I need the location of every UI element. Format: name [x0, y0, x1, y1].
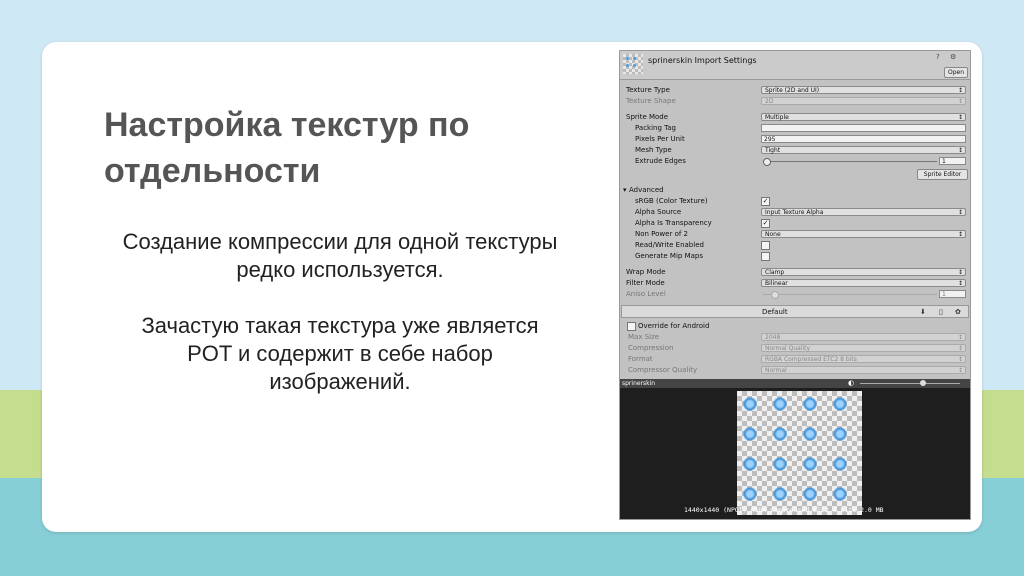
sprite-editor-button[interactable]: Sprite Editor: [917, 169, 968, 180]
dropdown-arrow-icon: ↕: [957, 269, 963, 276]
preview-info: 1440x1440 (NPOT) RGBA Compressed ETC2 8 …: [684, 506, 884, 514]
row-max-size: Max Size 2048 ↕: [620, 332, 970, 343]
platform-tabs: Default ⬇ ▯ ✿: [621, 305, 969, 318]
mip-maps-checkbox[interactable]: [761, 252, 770, 261]
row-mip-maps: Generate Mip Maps: [620, 251, 970, 262]
row-format: Format RGBA Compressed ETC2 8 bits ↕: [620, 354, 970, 365]
row-compression: Compression Normal Quality ↕: [620, 343, 970, 354]
srgb-checkbox[interactable]: ✓: [761, 197, 770, 206]
row-sprite-mode: Sprite Mode Multiple ↕: [620, 112, 970, 123]
filter-mode-dropdown[interactable]: Bilinear ↕: [761, 279, 966, 287]
compressor-quality-dropdown: Normal ↕: [761, 366, 966, 374]
dropdown-arrow-icon: ↕: [957, 209, 963, 216]
row-wrap-mode: Wrap Mode Clamp ↕: [620, 267, 970, 278]
row-srgb: sRGB (Color Texture) ✓: [635, 197, 770, 206]
row-read-write: Read/Write Enabled: [620, 240, 970, 251]
dropdown-arrow-icon: ↕: [957, 114, 963, 121]
preview-toolbar: sprinerskin ◐: [620, 379, 970, 388]
inspector-header: sprinerskin Import Settings ? ⚙ Open: [620, 51, 970, 80]
non-power-of-2-dropdown[interactable]: None ↕: [761, 230, 966, 238]
inspector-title: sprinerskin Import Settings: [648, 56, 757, 65]
row-packing-tag: Packing Tag: [620, 123, 970, 134]
dropdown-arrow-icon: ↕: [957, 367, 963, 374]
texture-shape-dropdown: 2D ↕: [761, 97, 966, 105]
row-filter-mode: Filter Mode Bilinear ↕: [620, 278, 970, 289]
slide-body: Создание компрессии для одной текстуры р…: [120, 228, 560, 396]
body-paragraph-1: Создание компрессии для одной текстуры р…: [122, 229, 558, 282]
row-alpha-transparency: Alpha Is Transparency ✓: [635, 219, 770, 228]
mesh-type-dropdown[interactable]: Tight ↕: [761, 146, 966, 154]
row-extrude-edges: Extrude Edges 1: [620, 156, 970, 167]
alpha-toggle-icon[interactable]: ◐: [848, 379, 854, 387]
slider-handle[interactable]: [920, 380, 926, 386]
row-texture-type: Texture Type Sprite (2D and UI) ↕: [620, 85, 970, 96]
row-alpha-source: Alpha Source Input Texture Alpha ↕: [620, 207, 970, 218]
max-size-dropdown: 2048 ↕: [761, 333, 966, 341]
open-button[interactable]: Open: [944, 67, 968, 78]
extrude-edges-slider[interactable]: [763, 158, 937, 166]
alpha-transparency-checkbox[interactable]: ✓: [761, 219, 770, 228]
settings-gear-icon[interactable]: ⚙: [950, 54, 957, 61]
compression-dropdown: Normal Quality ↕: [761, 344, 966, 352]
tab-default[interactable]: Default: [762, 308, 788, 316]
aniso-level-value: 1: [939, 290, 966, 298]
row-override-android: Override for Android: [620, 321, 970, 332]
slider-handle: [771, 291, 779, 299]
dropdown-arrow-icon: ↕: [957, 280, 963, 287]
row-compressor-quality: Compressor Quality Normal ↕: [620, 365, 970, 376]
extrude-edges-value[interactable]: 1: [939, 157, 966, 165]
dropdown-arrow-icon: ↕: [957, 87, 963, 94]
slider-handle[interactable]: [763, 158, 771, 166]
row-aniso-level: Aniso Level 1: [620, 289, 970, 300]
dropdown-arrow-icon: ↕: [957, 231, 963, 238]
texture-thumbnail-icon: [623, 54, 643, 74]
row-mesh-type: Mesh Type Tight ↕: [620, 145, 970, 156]
dropdown-arrow-icon: ↕: [957, 356, 963, 363]
row-sprite-editor: Sprite Editor: [620, 168, 970, 180]
texture-type-dropdown[interactable]: Sprite (2D and UI) ↕: [761, 86, 966, 94]
format-dropdown: RGBA Compressed ETC2 8 bits ↕: [761, 355, 966, 363]
mobile-device-icon[interactable]: ▯: [939, 308, 943, 316]
dropdown-arrow-icon: ↕: [957, 147, 963, 154]
read-write-checkbox[interactable]: [761, 241, 770, 250]
help-icon[interactable]: ?: [936, 54, 943, 61]
dropdown-arrow-icon: ↕: [957, 98, 963, 105]
wrap-mode-dropdown[interactable]: Clamp ↕: [761, 268, 966, 276]
dropdown-arrow-icon: ↕: [957, 345, 963, 352]
sprite-mode-dropdown[interactable]: Multiple ↕: [761, 113, 966, 121]
row-texture-shape: Texture Shape 2D ↕: [620, 96, 970, 107]
row-non-power-of-2: Non Power of 2 None ↕: [620, 229, 970, 240]
dropdown-arrow-icon: ↕: [957, 334, 963, 341]
preview-name: sprinerskin: [622, 380, 656, 387]
alpha-source-dropdown[interactable]: Input Texture Alpha ↕: [761, 208, 966, 216]
aniso-level-slider: [763, 291, 937, 299]
override-android-checkbox[interactable]: [627, 322, 636, 331]
unity-import-settings-inspector: sprinerskin Import Settings ? ⚙ Open Tex…: [619, 50, 971, 520]
texture-preview: 1440x1440 (NPOT) RGBA Compressed ETC2 8 …: [620, 388, 970, 519]
foldout-arrow-icon: ▾: [623, 186, 627, 194]
slide-title: Настройка текстур по отдельности: [104, 106, 470, 190]
preview-zoom-slider[interactable]: [860, 380, 960, 386]
advanced-foldout[interactable]: ▾ Advanced: [620, 185, 970, 196]
pixels-per-unit-input[interactable]: 295: [761, 135, 966, 143]
sprite-sheet-image: [737, 391, 862, 515]
body-paragraph-2: Зачастую такая текстура уже является POT…: [141, 313, 539, 394]
row-pixels-per-unit: Pixels Per Unit 295: [620, 134, 970, 145]
android-icon[interactable]: ✿: [955, 308, 961, 316]
download-icon[interactable]: ⬇: [920, 308, 926, 316]
packing-tag-input[interactable]: [761, 124, 966, 132]
